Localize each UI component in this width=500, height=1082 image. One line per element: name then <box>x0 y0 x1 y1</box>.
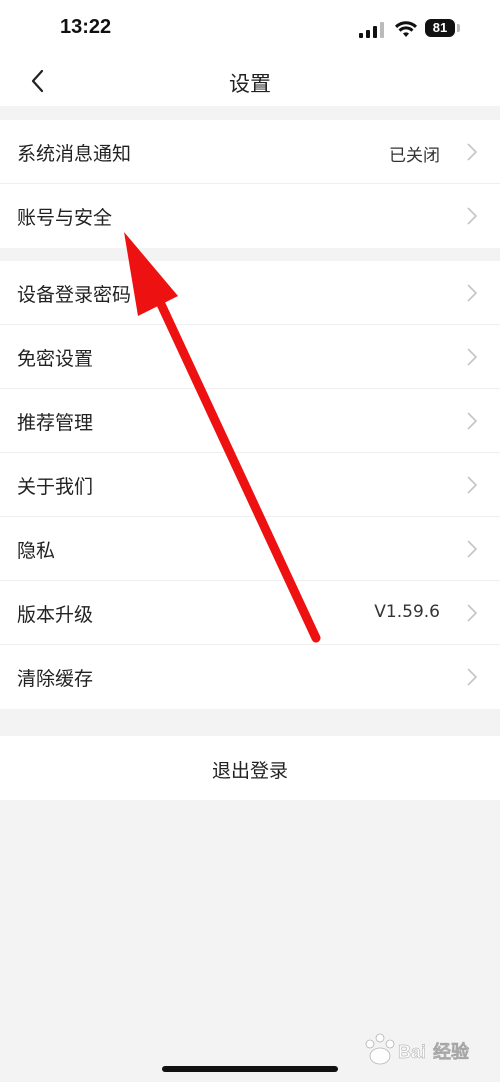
settings-group-1: 系统消息通知 已关闭 账号与安全 <box>0 120 500 248</box>
settings-row-privacy[interactable]: 隐私 <box>0 517 500 581</box>
settings-row-about-us[interactable]: 关于我们 <box>0 453 500 517</box>
svg-text:Bai: Bai <box>398 1042 426 1062</box>
settings-row-notifications[interactable]: 系统消息通知 已关闭 <box>0 120 500 184</box>
status-time: 13:22 <box>60 16 112 38</box>
chevron-right-icon <box>467 540 478 558</box>
row-label: 隐私 <box>17 540 56 562</box>
row-label: 账号与安全 <box>17 207 113 229</box>
settings-row-recommendation[interactable]: 推荐管理 <box>0 389 500 453</box>
cellular-signal-icon <box>359 22 384 38</box>
status-bar: 13:22 81 <box>0 0 500 56</box>
settings-row-version-upgrade[interactable]: 版本升级 V1.59.6 <box>0 581 500 645</box>
chevron-right-icon <box>467 668 478 686</box>
chevron-right-icon <box>467 143 478 161</box>
wifi-icon <box>395 21 417 37</box>
logout-label: 退出登录 <box>211 760 288 782</box>
svg-text:经验: 经验 <box>433 1041 470 1063</box>
page-title: 设置 <box>229 72 271 96</box>
row-value: V1.59.6 <box>374 602 440 622</box>
chevron-left-icon[interactable] <box>26 66 52 96</box>
settings-row-password-free[interactable]: 免密设置 <box>0 325 500 389</box>
row-label: 版本升级 <box>17 604 94 626</box>
row-label: 关于我们 <box>17 476 94 498</box>
chevron-right-icon <box>467 284 478 302</box>
nav-bar: 设置 <box>0 56 500 106</box>
row-label: 免密设置 <box>17 348 94 370</box>
logout-button[interactable]: 退出登录 <box>0 736 500 800</box>
settings-row-clear-cache[interactable]: 清除缓存 <box>0 645 500 709</box>
settings-row-device-password[interactable]: 设备登录密码 <box>0 261 500 325</box>
baidu-watermark-logo: Bai 经验 <box>365 1033 470 1065</box>
row-value: 已关闭 <box>389 146 440 166</box>
settings-row-account-security[interactable]: 账号与安全 <box>0 184 500 248</box>
battery-indicator: 81 <box>425 19 455 37</box>
chevron-right-icon <box>467 412 478 430</box>
chevron-right-icon <box>467 604 478 622</box>
chevron-right-icon <box>467 476 478 494</box>
chevron-right-icon <box>467 348 478 366</box>
settings-group-2: 设备登录密码 免密设置 推荐管理 关于我们 隐私 版本升级 V1.59.6 清除… <box>0 261 500 709</box>
battery-cap <box>457 24 460 32</box>
row-label: 清除缓存 <box>17 668 94 690</box>
chevron-right-icon <box>467 207 478 225</box>
row-label: 推荐管理 <box>17 412 94 434</box>
home-indicator <box>162 1066 338 1072</box>
row-label: 系统消息通知 <box>17 143 132 165</box>
row-label: 设备登录密码 <box>17 284 132 306</box>
